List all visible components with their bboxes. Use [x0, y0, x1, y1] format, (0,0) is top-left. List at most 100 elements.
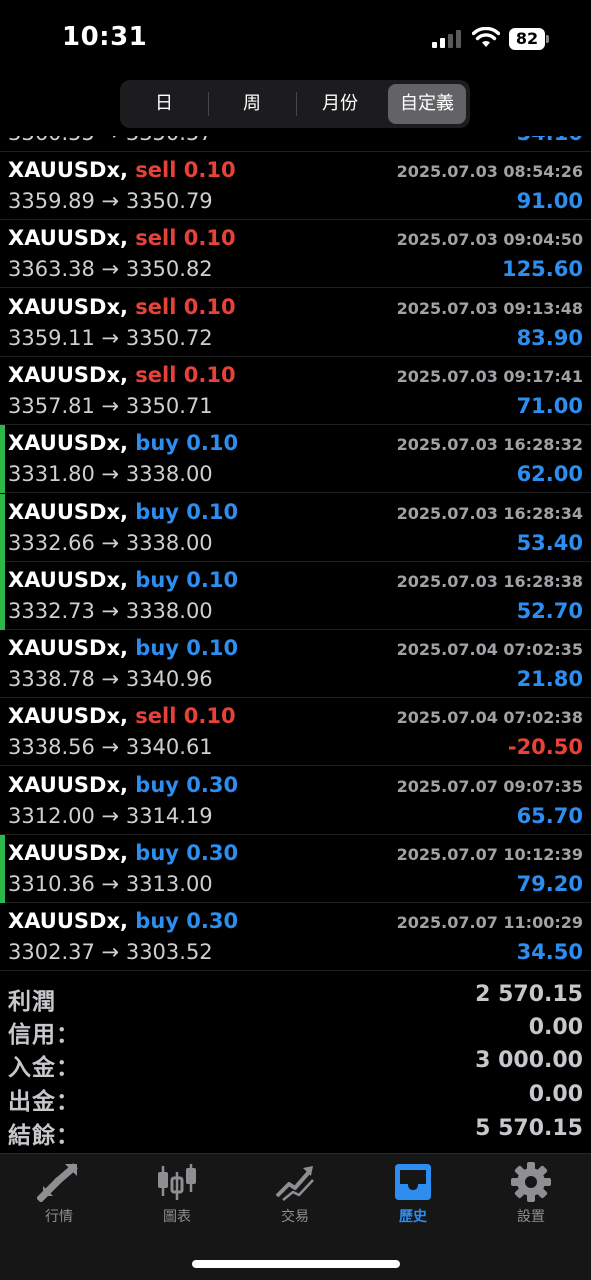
deal-row[interactable]: XAUUSDx, sell 0.10 3338.56 → 3340.61 2025.… — [0, 698, 591, 766]
deal-profit: 125.60 — [501, 257, 583, 281]
deal-header: XAUUSDx, buy 0.10 — [8, 636, 238, 660]
trade-trend-icon — [275, 1166, 314, 1201]
deal-row[interactable]: XAUUSDx, buy 0.10 3332.66 → 3338.00 2025.0… — [0, 494, 591, 562]
deal-profit: 91.00 — [516, 189, 583, 213]
deal-row[interactable]: XAUUSDx, buy 0.30 3312.00 → 3314.19 2025.0… — [0, 767, 591, 835]
deal-volume: 0.10 — [186, 500, 239, 524]
deal-row[interactable]: XAUUSDx, sell 0.10 3363.38 → 3350.82 2025.… — [0, 220, 591, 288]
deal-time: 2025.07.03 09:13:48 — [396, 299, 583, 318]
deal-time: 2025.07.03 16:28:32 — [396, 435, 583, 454]
deals-list[interactable]: 3360.55 → 3350.57 54.10 XAUUSDx, sell 0.… — [0, 136, 591, 971]
deal-symbol: XAUUSDx, — [8, 704, 128, 728]
tab-label: 圖表 — [163, 1209, 191, 1225]
deal-marker — [0, 562, 5, 630]
deal-time: 2025.07.04 07:02:38 — [396, 708, 583, 727]
deal-row[interactable]: XAUUSDx, sell 0.10 3357.81 → 3350.71 2025.… — [0, 357, 591, 425]
segment-custom[interactable]: 自定義 — [388, 84, 466, 124]
deal-close-price: 3340.61 — [125, 735, 213, 759]
tab-history[interactable]: 歷史 — [354, 1162, 472, 1242]
deal-time: 2025.07.03 16:28:38 — [396, 572, 583, 591]
segment-week[interactable]: 周 — [214, 84, 290, 124]
deal-row-partial[interactable]: 3360.55 → 3350.57 54.10 — [0, 136, 591, 152]
arrow-icon: → — [101, 872, 120, 896]
deal-volume: 0.10 — [183, 704, 236, 728]
deal-side: buy — [135, 568, 179, 592]
arrow-icon: → — [101, 531, 120, 555]
tab-label: 歷史 — [399, 1209, 427, 1225]
deal-time: 2025.07.07 09:07:35 — [396, 777, 583, 796]
deal-row[interactable]: XAUUSDx, buy 0.10 3338.78 → 3340.96 2025.0… — [0, 630, 591, 698]
quotes-arrows-icon — [37, 1163, 78, 1202]
deal-side: buy — [135, 773, 179, 797]
deal-header: XAUUSDx, sell 0.10 — [8, 704, 236, 728]
deal-profit: 52.70 — [516, 599, 583, 623]
deal-row[interactable]: XAUUSDx, sell 0.10 3359.89 → 3350.79 2025.… — [0, 152, 591, 220]
arrow-icon: → — [101, 667, 120, 691]
deal-symbol: XAUUSDx, — [8, 500, 128, 524]
deal-prices: 3363.38 → 3350.82 — [8, 257, 213, 281]
deal-header: XAUUSDx, buy 0.30 — [8, 841, 238, 865]
deal-profit: 62.00 — [516, 462, 583, 486]
deal-open-price: 3312.00 — [8, 804, 95, 828]
home-indicator[interactable] — [192, 1260, 400, 1268]
deal-prices: 3359.89 → 3350.79 — [8, 189, 213, 213]
deal-time: 2025.07.04 07:02:35 — [396, 640, 583, 659]
tab-settings[interactable]: 設置 — [472, 1162, 590, 1242]
deal-side: buy — [135, 431, 179, 455]
deal-side: buy — [135, 909, 179, 933]
deal-header: XAUUSDx, sell 0.10 — [8, 295, 236, 319]
deal-row[interactable]: XAUUSDx, buy 0.30 3302.37 → 3303.52 2025.0… — [0, 903, 591, 971]
arrow-icon: → — [101, 462, 120, 486]
deal-close-price: 3350.82 — [125, 257, 213, 281]
deal-profit: 53.40 — [516, 531, 583, 555]
deal-close-price: 3338.00 — [125, 599, 213, 623]
account-summary: 利潤 2 570.15 信用： 0.00 入金： 3 000.00 出金： 0.… — [0, 978, 591, 1150]
deal-prices: 3302.37 → 3303.52 — [8, 940, 213, 964]
deal-close-price: 3313.00 — [125, 872, 213, 896]
deal-profit: 65.70 — [516, 804, 583, 828]
deal-close-price: 3340.96 — [125, 667, 213, 691]
deal-symbol: XAUUSDx, — [8, 295, 128, 319]
deal-prices: 3310.36 → 3313.00 — [8, 872, 213, 896]
deal-side: sell — [135, 363, 177, 387]
summary-value: 2 570.15 — [475, 982, 583, 1007]
deal-row[interactable]: XAUUSDx, buy 0.10 3332.73 → 3338.00 2025.0… — [0, 562, 591, 630]
deal-symbol: XAUUSDx, — [8, 226, 128, 250]
deal-side: sell — [135, 158, 177, 182]
deal-side: buy — [135, 636, 179, 660]
deal-profit: 79.20 — [516, 872, 583, 896]
status-time: 10:31 — [62, 22, 148, 52]
period-segmented-control: 日 周 月份 自定義 — [120, 80, 470, 128]
deal-time: 2025.07.07 10:12:39 — [396, 845, 583, 864]
segment-divider — [296, 92, 297, 116]
deal-open-price: 3332.73 — [8, 599, 95, 623]
deal-profit: 21.80 — [516, 667, 583, 691]
deal-row[interactable]: XAUUSDx, buy 0.30 3310.36 → 3313.00 2025.0… — [0, 835, 591, 903]
deal-marker — [0, 835, 5, 903]
tab-chart[interactable]: 圖表 — [118, 1162, 236, 1242]
deal-time: 2025.07.03 09:17:41 — [396, 367, 583, 386]
tab-label: 行情 — [45, 1209, 73, 1225]
deal-volume: 0.10 — [183, 295, 236, 319]
deal-row[interactable]: XAUUSDx, sell 0.10 3359.11 → 3350.72 2025.… — [0, 289, 591, 357]
deal-close-price: 3350.71 — [125, 394, 213, 418]
deal-volume: 0.10 — [183, 158, 236, 182]
deal-open-price: 3363.38 — [8, 257, 95, 281]
deal-side: sell — [135, 295, 177, 319]
summary-label: 利潤 — [8, 989, 56, 1015]
deal-close-price: 3314.19 — [125, 804, 213, 828]
deal-prices: 3359.11 → 3350.72 — [8, 326, 213, 350]
deal-marker — [0, 425, 5, 493]
segment-month[interactable]: 月份 — [302, 84, 378, 124]
deal-symbol: XAUUSDx, — [8, 158, 128, 182]
tab-quotes[interactable]: 行情 — [0, 1162, 118, 1242]
summary-row-credit: 信用： 0.00 — [0, 1015, 591, 1049]
deal-volume: 0.10 — [186, 568, 239, 592]
tab-trade[interactable]: 交易 — [236, 1162, 354, 1242]
candlestick-chart-icon — [158, 1164, 196, 1200]
arrow-icon: → — [101, 599, 120, 623]
deal-header: XAUUSDx, buy 0.10 — [8, 500, 238, 524]
deal-volume: 0.30 — [186, 773, 239, 797]
deal-row[interactable]: XAUUSDx, buy 0.10 3331.80 → 3338.00 2025.0… — [0, 425, 591, 493]
segment-day[interactable]: 日 — [126, 84, 202, 124]
